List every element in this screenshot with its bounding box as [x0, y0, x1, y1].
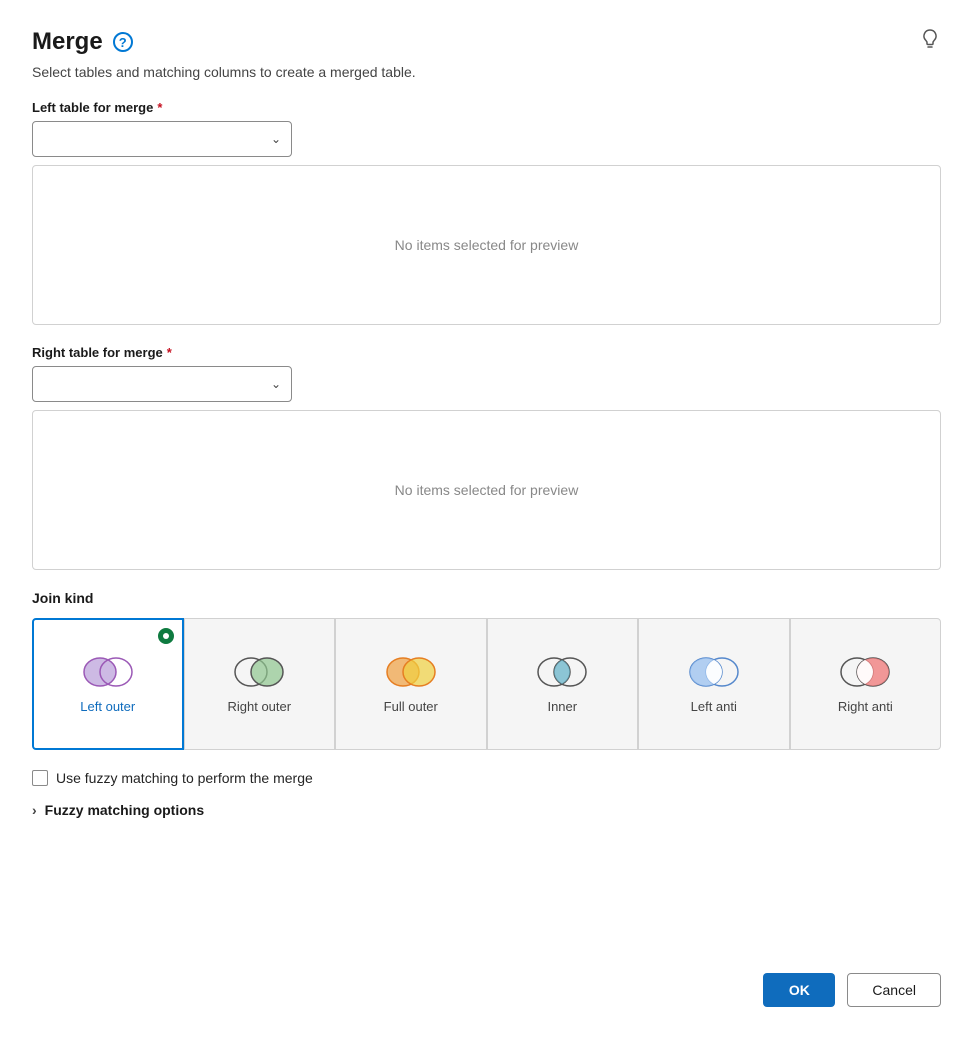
inner-venn [532, 653, 592, 691]
left-table-preview: No items selected for preview [32, 165, 941, 325]
left-outer-label: Left outer [80, 699, 135, 716]
fuzzy-checkbox-label: Use fuzzy matching to perform the merge [56, 770, 313, 786]
inner-label: Inner [547, 699, 577, 716]
left-table-preview-text: No items selected for preview [395, 237, 579, 253]
join-card-inner[interactable]: Inner [487, 618, 639, 750]
left-table-label: Left table for merge* [32, 100, 941, 115]
ok-button[interactable]: OK [763, 973, 835, 1007]
join-card-full-outer[interactable]: Full outer [335, 618, 487, 750]
help-icon[interactable]: ? [113, 32, 133, 52]
fuzzy-options-label: Fuzzy matching options [45, 802, 204, 818]
right-table-dropdown[interactable]: ⌄ [32, 366, 292, 402]
join-card-left-anti[interactable]: Left anti [638, 618, 790, 750]
selected-indicator [158, 628, 174, 644]
right-table-arrow: ⌄ [271, 377, 281, 391]
dialog-title: Merge [32, 28, 103, 56]
lightbulb-icon[interactable] [919, 28, 941, 56]
fuzzy-options-row[interactable]: › Fuzzy matching options [32, 802, 941, 818]
join-kind-label: Join kind [32, 590, 941, 606]
merge-dialog: Merge ? Select tables and matching colum… [0, 0, 973, 1039]
title-row: Merge ? [32, 28, 133, 56]
left-table-arrow: ⌄ [271, 132, 281, 146]
right-table-preview: No items selected for preview [32, 410, 941, 570]
right-anti-label: Right anti [838, 699, 893, 716]
right-table-label: Right table for merge* [32, 345, 941, 360]
fuzzy-checkbox[interactable] [32, 770, 48, 786]
cancel-button[interactable]: Cancel [847, 973, 941, 1007]
join-kind-row: Left outer Right outer Full outer [32, 618, 941, 750]
join-card-right-anti[interactable]: Right anti [790, 618, 942, 750]
fuzzy-checkbox-row[interactable]: Use fuzzy matching to perform the merge [32, 770, 941, 786]
left-anti-venn [684, 653, 744, 691]
full-outer-label: Full outer [384, 699, 438, 716]
right-table-preview-text: No items selected for preview [395, 482, 579, 498]
footer-row: OK Cancel [32, 957, 941, 1007]
subtitle: Select tables and matching columns to cr… [32, 64, 941, 80]
left-anti-label: Left anti [691, 699, 737, 716]
left-outer-venn [78, 653, 138, 691]
right-outer-venn [229, 653, 289, 691]
join-card-left-outer[interactable]: Left outer [32, 618, 184, 750]
chevron-right-icon: › [32, 802, 37, 818]
right-anti-venn [835, 653, 895, 691]
right-outer-label: Right outer [227, 699, 291, 716]
full-outer-venn [381, 653, 441, 691]
dialog-header: Merge ? [32, 28, 941, 56]
left-table-dropdown[interactable]: ⌄ [32, 121, 292, 157]
join-card-right-outer[interactable]: Right outer [184, 618, 336, 750]
